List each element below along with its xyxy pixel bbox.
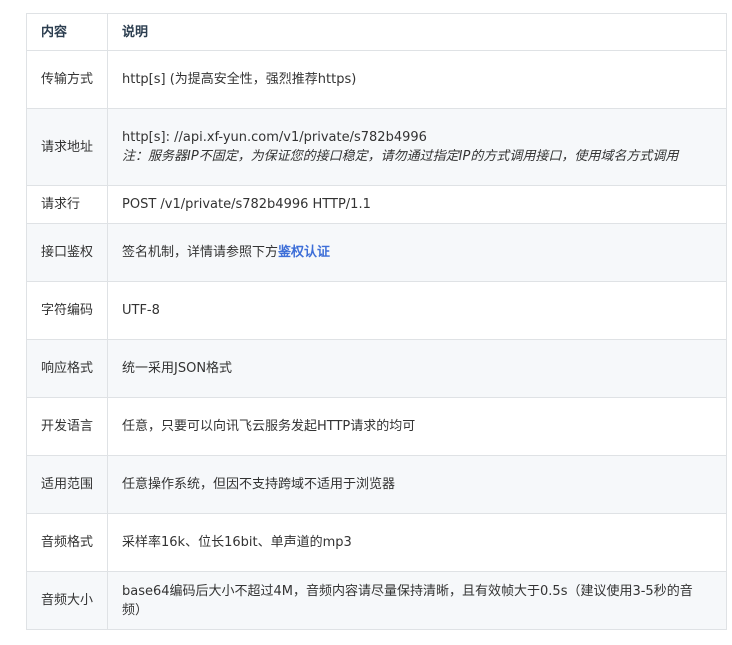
row-key-auth: 接口鉴权	[26, 223, 108, 282]
row-key-audio-size: 音频大小	[26, 571, 108, 630]
row-key-dev-language: 开发语言	[26, 397, 108, 456]
row-value-audio-format: 采样率16k、位长16bit、单声道的mp3	[107, 513, 727, 572]
row-key-request-url: 请求地址	[26, 108, 108, 186]
table-row: 接口鉴权 签名机制，详情请参照下方鉴权认证	[26, 223, 727, 282]
table-row: 适用范围 任意操作系统，但因不支持跨域不适用于浏览器	[26, 455, 727, 514]
table-row: 音频大小 base64编码后大小不超过4M，音频内容请尽量保持清晰，且有效帧大于…	[26, 571, 727, 630]
row-value-auth: 签名机制，详情请参照下方鉴权认证	[107, 223, 727, 282]
table-row: 请求行 POST /v1/private/s782b4996 HTTP/1.1	[26, 185, 727, 224]
row-key-request-line: 请求行	[26, 185, 108, 224]
row-value-dev-language: 任意，只要可以向讯飞云服务发起HTTP请求的均可	[107, 397, 727, 456]
row-value-request-line: POST /v1/private/s782b4996 HTTP/1.1	[107, 185, 727, 224]
spec-table-container: 内容 说明 传输方式 http[s] (为提高安全性，强烈推荐https) 请求…	[26, 13, 727, 630]
row-key-scope: 适用范围	[26, 455, 108, 514]
row-value-response-format: 统一采用JSON格式	[107, 339, 727, 398]
auth-link[interactable]: 鉴权认证	[278, 245, 330, 260]
request-url-text: http[s]: //api.xf-yun.com/v1/private/s78…	[122, 130, 427, 145]
row-value-transport: http[s] (为提高安全性，强烈推荐https)	[107, 50, 727, 109]
table-row: 音频格式 采样率16k、位长16bit、单声道的mp3	[26, 513, 727, 572]
request-url-note: 注：服务器IP不固定，为保证您的接口稳定，请勿通过指定IP的方式调用接口，使用域…	[122, 149, 679, 164]
table-row: 传输方式 http[s] (为提高安全性，强烈推荐https)	[26, 50, 727, 109]
table-row: 响应格式 统一采用JSON格式	[26, 339, 727, 398]
row-key-encoding: 字符编码	[26, 281, 108, 340]
row-value-encoding: UTF-8	[107, 281, 727, 340]
table-row: 字符编码 UTF-8	[26, 281, 727, 340]
table-row: 开发语言 任意，只要可以向讯飞云服务发起HTTP请求的均可	[26, 397, 727, 456]
row-key-transport: 传输方式	[26, 50, 108, 109]
row-value-audio-size: base64编码后大小不超过4M，音频内容请尽量保持清晰，且有效帧大于0.5s（…	[107, 571, 727, 630]
row-key-response-format: 响应格式	[26, 339, 108, 398]
api-spec-table: 内容 说明 传输方式 http[s] (为提高安全性，强烈推荐https) 请求…	[26, 13, 727, 630]
row-value-request-url: http[s]: //api.xf-yun.com/v1/private/s78…	[107, 108, 727, 186]
row-key-audio-format: 音频格式	[26, 513, 108, 572]
row-value-scope: 任意操作系统，但因不支持跨域不适用于浏览器	[107, 455, 727, 514]
auth-text: 签名机制，详情请参照下方	[122, 245, 279, 260]
table-header-row: 内容 说明	[26, 13, 727, 51]
header-key: 内容	[26, 13, 108, 51]
header-value: 说明	[107, 13, 727, 51]
table-row: 请求地址 http[s]: //api.xf-yun.com/v1/privat…	[26, 108, 727, 186]
